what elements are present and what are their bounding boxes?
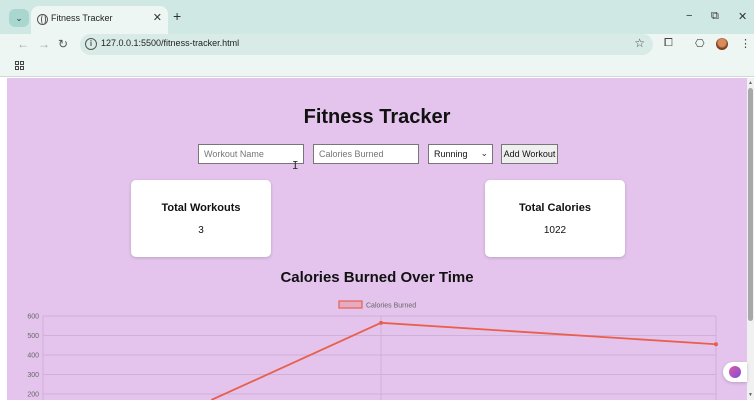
page-title: Fitness Tracker — [303, 106, 451, 128]
assistant-extension-icon[interactable] — [723, 362, 747, 382]
browser-toolbar: ← → ↻ i 127.0.0.1:5500/fitness-tracker.h… — [0, 34, 754, 56]
workout-type-select[interactable]: Running ⌄ — [428, 144, 493, 164]
site-info-icon[interactable]: i — [85, 38, 97, 50]
chevron-down-icon: ⌄ — [480, 148, 488, 158]
total-workouts-title: Total Workouts — [161, 202, 241, 214]
globe-icon — [37, 14, 48, 25]
text-cursor-icon: I — [292, 159, 299, 172]
legend-label: Calories Burned — [366, 303, 416, 310]
add-workout-button[interactable]: Add Workout — [501, 144, 558, 164]
window-close-icon[interactable]: ✕ — [738, 10, 747, 23]
forward-icon[interactable]: → — [38, 37, 50, 51]
star-icon[interactable]: ☆ — [634, 36, 645, 50]
scroll-thumb[interactable] — [748, 88, 753, 321]
url-text[interactable]: 127.0.0.1:5500/fitness-tracker.html — [101, 38, 239, 48]
calories-line-chart: 600 500 400 300 200 Calories Burned — [27, 300, 718, 400]
back-icon[interactable]: ← — [17, 37, 29, 51]
data-point — [379, 320, 383, 325]
total-workouts-value: 3 — [198, 225, 204, 236]
side-panel-icon[interactable]: ⎔ — [695, 37, 705, 50]
total-calories-card: Total Calories 1022 — [485, 180, 625, 257]
menu-icon[interactable]: ⋮ — [740, 37, 751, 50]
workout-type-value: Running — [434, 149, 468, 159]
new-tab-icon[interactable]: + — [173, 9, 181, 23]
y-tick-label: 600 — [27, 314, 39, 321]
legend-swatch — [338, 300, 363, 309]
apps-icon[interactable] — [15, 61, 24, 70]
address-bar[interactable]: i 127.0.0.1:5500/fitness-tracker.html ☆ — [80, 34, 653, 55]
chart-title: Calories Burned Over Time — [280, 269, 474, 286]
extensions-icon[interactable]: ⧠ — [664, 37, 673, 50]
scrollbar[interactable]: ▲ ▼ — [747, 78, 754, 400]
data-point — [714, 342, 718, 347]
total-workouts-card: Total Workouts 3 — [131, 180, 271, 257]
y-tick-label: 300 — [27, 372, 39, 379]
total-calories-value: 1022 — [543, 225, 567, 236]
total-calories-title: Total Calories — [519, 202, 591, 214]
page-viewport: Fitness Tracker Running ⌄ Add Workout I … — [7, 78, 747, 400]
scroll-down-icon[interactable]: ▼ — [748, 392, 753, 398]
y-tick-label: 400 — [27, 353, 39, 360]
workout-name-input[interactable] — [198, 144, 304, 164]
close-icon[interactable]: ✕ — [153, 11, 162, 24]
profile-icon[interactable] — [716, 38, 728, 50]
y-tick-label: 500 — [27, 333, 39, 340]
series-line — [210, 321, 717, 400]
tab-title: Fitness Tracker — [51, 13, 113, 23]
tab-fitness-tracker[interactable]: Fitness Tracker ✕ — [31, 6, 168, 34]
y-tick-label: 200 — [27, 392, 39, 399]
calories-input[interactable] — [313, 144, 419, 164]
reload-icon[interactable]: ↻ — [58, 37, 68, 51]
minimize-icon[interactable]: − — [686, 10, 692, 22]
scroll-up-icon[interactable]: ▲ — [748, 80, 753, 86]
tab-strip: ⌄ Fitness Tracker ✕ + − ⧉ ✕ — [0, 0, 754, 34]
maximize-icon[interactable]: ⧉ — [711, 10, 719, 23]
bookmarks-bar — [0, 56, 754, 77]
tab-search-icon[interactable]: ⌄ — [9, 9, 29, 27]
